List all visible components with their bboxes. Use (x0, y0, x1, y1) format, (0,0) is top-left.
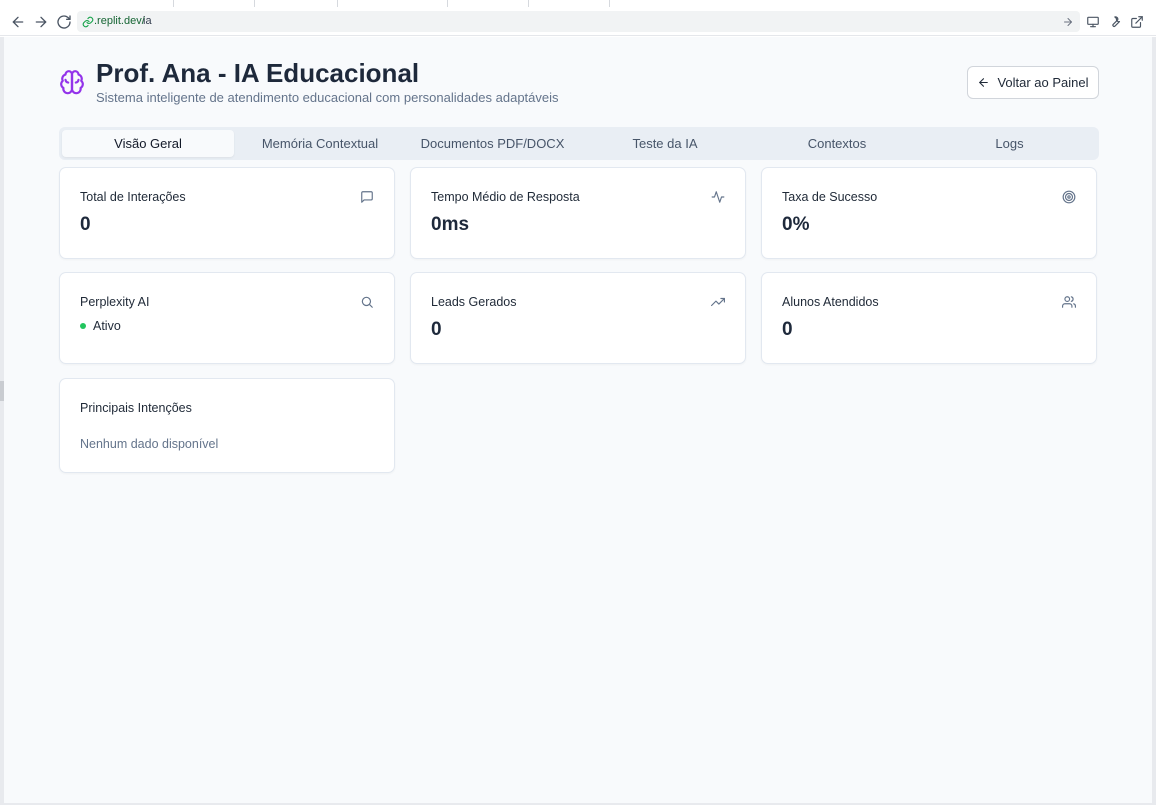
card-title: Leads Gerados (431, 295, 517, 309)
card-value: 0 (782, 319, 793, 340)
card-leads: Leads Gerados 0 (410, 272, 746, 364)
browser-tab[interactable] (338, 0, 448, 7)
card-tempo-medio: Tempo Médio de Resposta 0ms (410, 167, 746, 259)
tab-list: Visão Geral Memória Contextual Documento… (59, 127, 1099, 160)
browser-toolbar: .replit.dev/ ia (0, 7, 1156, 36)
monitor-icon[interactable] (1086, 15, 1100, 29)
browser-tab[interactable] (529, 0, 610, 7)
tab-teste-ia[interactable]: Teste da IA (579, 130, 751, 157)
url-path: ia (143, 15, 152, 27)
address-bar[interactable]: .replit.dev/ ia (77, 11, 1080, 32)
tab-memoria-contextual[interactable]: Memória Contextual (234, 130, 406, 157)
card-perplexity: Perplexity AI Ativo (59, 272, 395, 364)
card-title: Alunos Atendidos (782, 295, 879, 309)
card-value: 0ms (431, 214, 470, 235)
external-link-icon[interactable] (1130, 15, 1144, 29)
activity-icon (711, 190, 725, 204)
wrench-icon[interactable] (1108, 15, 1122, 29)
tab-documentos[interactable]: Documentos PDF/DOCX (406, 130, 579, 157)
forward-arrow-icon[interactable] (33, 14, 49, 30)
trending-up-icon (711, 295, 725, 309)
card-total-interacoes: Total de Interações 0 (59, 167, 395, 259)
card-value: 0 (80, 214, 91, 235)
card-title: Principais Intenções (80, 401, 192, 415)
back-button-label: Voltar ao Painel (997, 75, 1089, 90)
browser-tab[interactable] (448, 0, 529, 7)
browser-tab[interactable] (255, 0, 338, 7)
status-indicator: Ativo (80, 319, 121, 333)
card-taxa-sucesso: Taxa de Sucesso 0% (761, 167, 1097, 259)
tab-logs[interactable]: Logs (923, 130, 1096, 157)
card-title: Tempo Médio de Resposta (431, 190, 580, 204)
search-icon (360, 295, 374, 309)
users-icon (1062, 295, 1076, 309)
card-value: 0% (782, 214, 810, 235)
card-title: Perplexity AI (80, 295, 150, 309)
status-dot (80, 323, 86, 329)
browser-tab[interactable] (88, 0, 174, 7)
back-to-panel-button[interactable]: Voltar ao Painel (967, 66, 1099, 99)
card-title: Taxa de Sucesso (782, 190, 878, 204)
brain-icon (59, 69, 85, 95)
status-label: Ativo (93, 319, 121, 333)
arrow-left-icon (979, 78, 989, 87)
link-icon (82, 15, 94, 28)
card-value: 0 (431, 319, 442, 340)
frame-edge-right (1152, 37, 1156, 805)
page-subtitle: Sistema inteligente de atendimento educa… (96, 90, 559, 105)
card-principais-intencoes: Principais Intenções Nenhum dado disponí… (59, 378, 395, 473)
back-arrow-icon[interactable] (10, 14, 26, 30)
message-icon (360, 190, 374, 204)
browser-tab[interactable] (174, 0, 255, 7)
url-domain: .replit.dev/ (94, 15, 145, 27)
tab-contextos[interactable]: Contextos (751, 130, 923, 157)
go-arrow-icon[interactable] (1062, 15, 1074, 27)
card-alunos: Alunos Atendidos 0 (761, 272, 1097, 364)
browser-tabstrip (0, 0, 1156, 7)
tab-visao-geral[interactable]: Visão Geral (62, 130, 234, 157)
card-title: Total de Interações (80, 190, 186, 204)
reload-icon[interactable] (56, 14, 72, 30)
page-title: Prof. Ana - IA Educacional (96, 58, 420, 88)
target-icon (1062, 190, 1076, 204)
empty-state-text: Nenhum dado disponível (80, 437, 219, 451)
